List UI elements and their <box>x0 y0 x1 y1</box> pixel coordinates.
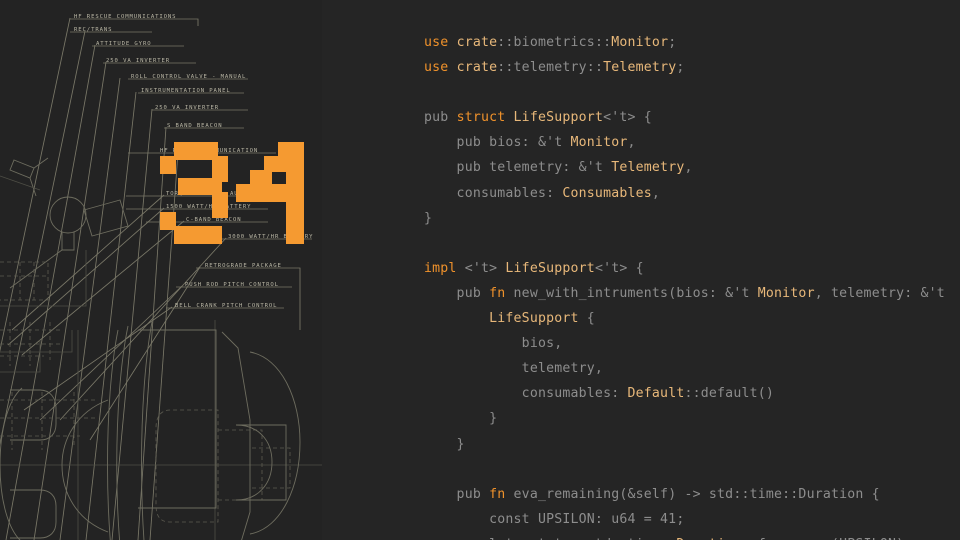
code-content[interactable]: use crate::biometrics::Monitor; use crate… <box>424 30 953 540</box>
callout-label: ATTITUDE GYRO <box>96 41 151 47</box>
code-token: Monitor <box>757 285 815 301</box>
code-token: Monitor <box>611 35 669 50</box>
callout-label: 250 VA INVERTER <box>106 58 170 64</box>
code-line: pub fn new_with_intruments(bios: &'t Mon… <box>424 281 953 306</box>
code-token: Monitor <box>570 135 628 151</box>
code-token: pub <box>424 110 457 126</box>
code-token: crate <box>456 35 498 50</box>
code-token: Consumables <box>562 185 652 201</box>
code-token: ::telemetry:: <box>497 60 604 76</box>
code-token: { <box>578 311 595 327</box>
code-token: } <box>424 411 498 427</box>
digit-4 <box>236 142 304 244</box>
code-line: impl <'t> LifeSupport<'t> { <box>424 256 953 281</box>
callout-label: INSTRUMENTATION PANEL <box>141 88 231 94</box>
code-token: Telemetry <box>611 160 685 176</box>
code-token: crate <box>456 60 498 76</box>
callout-label: REC/TRANS <box>74 27 112 33</box>
code-token: struct <box>456 110 514 126</box>
code-line: let mut t = std::time::Duration::from_se… <box>424 532 953 540</box>
code-line: } <box>424 432 953 457</box>
code-line: consumables: Default::default() <box>424 381 953 406</box>
callout-label: 250 VA INVERTER <box>155 105 219 111</box>
code-token: consumables: <box>424 386 628 402</box>
callout-label: HF RESCUE COMMUNICATIONS <box>74 14 176 20</box>
code-line: const UPSILON: u64 = 41; <box>424 507 953 532</box>
code-token: LifeSupport <box>505 260 595 276</box>
blueprint-diagram-panel: HF RESCUE COMMUNICATIONS REC/TRANS ATTIT… <box>0 0 322 540</box>
code-token: , <box>627 135 636 151</box>
code-token: consumables: <box>424 185 563 201</box>
code-token: ::default() <box>684 386 775 402</box>
code-token: , <box>651 185 661 201</box>
code-token: eva_remaining(&self) -> std::time::Durat… <box>513 486 880 502</box>
code-token: , telemetry: &'t <box>814 285 954 301</box>
blueprint-number-34 <box>160 142 320 247</box>
code-token: pub telemetry: &'t <box>424 160 612 176</box>
callout-label: RETROGRADE PACKAGE <box>205 263 282 269</box>
code-line: telemetry, <box>424 356 953 381</box>
code-token: LifeSupport <box>513 110 604 126</box>
code-token: telemetry, <box>424 361 604 377</box>
callout-label: BELL CRANK PITCH CONTROL <box>175 303 277 309</box>
callout-label: PUSH ROD PITCH CONTROL <box>185 282 279 288</box>
code-token: LifeSupport <box>489 311 579 327</box>
digit-3 <box>160 142 228 244</box>
code-token: <'t> { <box>603 110 652 126</box>
callout-label: S BAND BEACON <box>167 123 222 129</box>
blueprint-callout-labels: HF RESCUE COMMUNICATIONS REC/TRANS ATTIT… <box>74 14 312 309</box>
code-token: use <box>424 35 457 50</box>
callout-label: ROLL CONTROL VALVE - MANUAL <box>131 74 246 80</box>
number-34-glyphs <box>160 142 304 244</box>
code-token: new_with_intruments(bios: &'t <box>513 285 758 301</box>
code-line: pub bios: &'t Monitor, <box>424 130 953 155</box>
code-token: pub <box>424 486 490 502</box>
code-token: ; <box>668 35 677 50</box>
code-token: } <box>424 210 433 226</box>
code-line: pub fn eva_remaining(&self) -> std::time… <box>424 482 953 507</box>
code-token: Telemetry <box>603 60 677 76</box>
code-line: pub struct LifeSupport<'t> { <box>424 105 953 130</box>
code-token: Default <box>627 386 685 402</box>
code-line: LifeSupport { <box>424 306 953 331</box>
code-token: pub <box>424 285 490 301</box>
code-line: pub telemetry: &'t Telemetry, <box>424 155 953 180</box>
code-token: use <box>424 60 457 76</box>
code-line: use crate::biometrics::Monitor; <box>424 30 953 55</box>
code-token: , <box>684 160 693 176</box>
code-token: } <box>424 436 465 452</box>
code-token: ; <box>676 60 685 76</box>
code-token: pub bios: &'t <box>424 135 571 151</box>
code-token: ::biometrics:: <box>497 35 612 50</box>
code-line: bios, <box>424 331 953 356</box>
code-token: const UPSILON: u64 = 41; <box>424 511 685 527</box>
code-editor-panel[interactable]: use crate::biometrics::Monitor; use crate… <box>322 0 960 540</box>
app-window: HF RESCUE COMMUNICATIONS REC/TRANS ATTIT… <box>0 0 960 540</box>
code-token: fn <box>489 486 514 502</box>
code-token: impl <box>424 260 465 276</box>
code-token: <'t> <box>464 260 506 276</box>
code-line: consumables: Consumables, <box>424 181 953 206</box>
code-token: bios, <box>424 336 563 352</box>
code-line: use crate::telemetry::Telemetry; <box>424 55 953 80</box>
code-line: } <box>424 206 953 231</box>
code-line: } <box>424 406 953 431</box>
code-token: <'t> { <box>594 260 644 276</box>
code-token: fn <box>489 285 514 301</box>
